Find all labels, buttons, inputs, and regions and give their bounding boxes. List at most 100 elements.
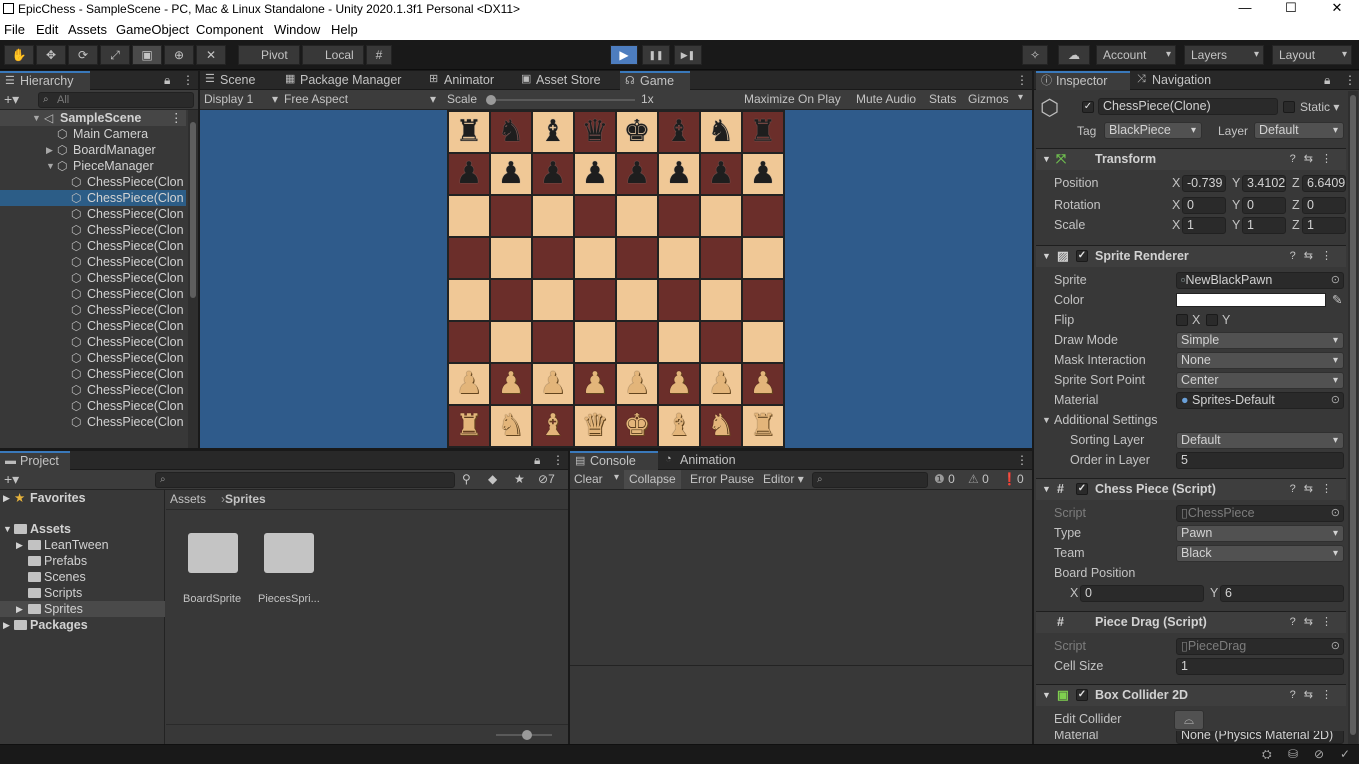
grid-snap-icon[interactable]: # <box>366 45 392 65</box>
component-help-icons[interactable]: ?⇆⋮ <box>1290 246 1340 267</box>
white-piece[interactable]: ♟ <box>700 363 742 405</box>
lock-icon[interactable]: 🔒︎ <box>164 73 170 88</box>
white-piece[interactable]: ♝ <box>658 405 700 447</box>
clear-dropdown-icon[interactable]: ▾ <box>614 472 619 483</box>
sprite-renderer-header[interactable]: ▼ ▨ ✓ Sprite Renderer ?⇆⋮ <box>1036 245 1346 267</box>
packages-row[interactable]: ▶ Packages <box>0 617 165 633</box>
board-square[interactable] <box>658 237 700 279</box>
mute-audio-toggle[interactable]: Mute Audio <box>856 92 916 106</box>
board-square[interactable] <box>658 195 700 237</box>
flip-y-checkbox[interactable] <box>1206 314 1218 326</box>
hierarchy-item[interactable]: ⬡ ChessPiece(Clon <box>0 206 186 222</box>
white-piece[interactable]: ♚ <box>616 405 658 447</box>
hierarchy-item[interactable]: ⬡ ChessPiece(Clon <box>0 350 186 366</box>
move-tool-icon[interactable]: ✥ <box>36 45 66 65</box>
hierarchy-item[interactable]: ⬡ ChessPiece(Clon <box>0 382 186 398</box>
black-piece[interactable]: ♞ <box>490 111 532 153</box>
board-square[interactable] <box>574 279 616 321</box>
type-dropdown[interactable]: Pawn <box>1176 525 1344 542</box>
gizmos-toggle[interactable]: Gizmos <box>968 92 1009 106</box>
warning-count[interactable]: ⚠ 0 <box>968 472 989 486</box>
position-x-field[interactable]: -0.739 <box>1182 175 1226 192</box>
tab-asset-store[interactable]: ▣ Asset Store <box>516 71 614 90</box>
hierarchy-item[interactable]: ⬡ ChessPiece(Clon <box>0 334 186 350</box>
menu-window[interactable]: Window <box>274 22 320 37</box>
game-viewport[interactable]: ♜ ♞ ♝ ♛ ♚ ♝ ♞ ♜ ♟ ♟ ♟ ♟ ♟ ♟ ♟ ♟ ♟ ♟ ♟ ♟ ♟ ♟ ♟ ♟ ♜ ♞ ♝ ♛ ♚ ♝ ♞ ♜ <box>200 110 1032 448</box>
maximize-button[interactable]: ☐ <box>1268 0 1314 18</box>
white-piece[interactable]: ♟ <box>532 363 574 405</box>
collider-material-field[interactable]: None (Physics Material 2D) <box>1176 731 1344 744</box>
folder-row[interactable]: Prefabs <box>0 553 165 569</box>
sprite-field[interactable]: ▫NewBlackPawn <box>1176 272 1344 289</box>
hierarchy-item[interactable]: ⬡ ChessPiece(Clon <box>0 366 186 382</box>
board-square[interactable] <box>448 279 490 321</box>
hidden-packages-icon[interactable]: ⊘7 <box>538 472 555 486</box>
rotation-z-field[interactable]: 0 <box>1302 197 1346 214</box>
create-plus-icon[interactable]: +▾ <box>4 91 19 108</box>
white-piece[interactable]: ♞ <box>490 405 532 447</box>
layout-dropdown[interactable]: Layout <box>1272 45 1352 65</box>
board-square[interactable] <box>448 237 490 279</box>
order-in-layer-field[interactable]: 5 <box>1176 452 1344 469</box>
icon-size-thumb[interactable] <box>522 730 532 740</box>
board-square[interactable] <box>532 195 574 237</box>
component-help-icons[interactable]: ?⇆⋮ <box>1290 685 1340 706</box>
board-square[interactable] <box>532 321 574 363</box>
board-square[interactable] <box>742 279 784 321</box>
white-piece[interactable]: ♜ <box>742 405 784 447</box>
hierarchy-item[interactable]: ⬡ ChessPiece(Clon <box>0 174 186 190</box>
board-square[interactable] <box>742 237 784 279</box>
tab-animation[interactable]: ◔ Animation <box>660 451 750 470</box>
flip-x-checkbox[interactable] <box>1176 314 1188 326</box>
material-field[interactable]: ● Sprites-Default <box>1176 392 1344 409</box>
sprite-renderer-enabled-checkbox[interactable]: ✓ <box>1076 250 1088 262</box>
scale-slider[interactable] <box>486 95 635 105</box>
layer-dropdown[interactable]: Default <box>1254 122 1344 139</box>
maximize-on-play-toggle[interactable]: Maximize On Play <box>744 92 841 106</box>
board-square[interactable] <box>700 195 742 237</box>
board-square[interactable] <box>448 321 490 363</box>
object-name-field[interactable]: ChessPiece(Clone) <box>1098 98 1278 115</box>
draw-mode-dropdown[interactable]: Simple <box>1176 332 1344 349</box>
hierarchy-item[interactable]: ⬡ ChessPiece(Clon <box>0 222 186 238</box>
position-y-field[interactable]: 3.4102 <box>1242 175 1286 192</box>
close-button[interactable]: ✕ <box>1314 0 1359 18</box>
menu-assets[interactable]: Assets <box>68 22 107 37</box>
black-piece[interactable]: ♜ <box>448 111 490 153</box>
tab-inspector[interactable]: ⓘ Inspector <box>1036 71 1130 90</box>
board-square[interactable] <box>448 195 490 237</box>
scale-z-field[interactable]: 1 <box>1302 217 1346 234</box>
lock-icon[interactable]: 🔒︎ <box>1324 73 1330 88</box>
more-icon[interactable]: ⋮ <box>1016 73 1028 87</box>
breadcrumb-assets[interactable]: Assets <box>170 490 206 509</box>
white-piece[interactable]: ♟ <box>448 363 490 405</box>
layers-dropdown[interactable]: Layers <box>1184 45 1264 65</box>
assets-row[interactable]: ▼ Assets <box>0 521 165 537</box>
black-piece[interactable]: ♟ <box>448 153 490 195</box>
hierarchy-item[interactable]: ▶ ⬡ BoardManager <box>0 142 186 158</box>
white-piece[interactable]: ♞ <box>700 405 742 447</box>
transform-tool-icon[interactable]: ⊕ <box>164 45 194 65</box>
active-checkbox[interactable]: ✓ <box>1082 101 1094 113</box>
filter-type-icon[interactable]: ⚲ <box>462 472 471 486</box>
display-dropdown[interactable]: Display 1 ▾ <box>204 92 278 106</box>
folder-row[interactable]: Scenes <box>0 569 165 585</box>
component-help-icons[interactable]: ?⇆⋮ <box>1290 149 1340 170</box>
position-z-field[interactable]: 6.6409 <box>1302 175 1346 192</box>
hierarchy-item[interactable]: ⬡ ChessPiece(Clon <box>0 414 186 430</box>
console-search-input[interactable]: ⌕ <box>812 472 928 488</box>
folder-row[interactable]: ▶ LeanTween <box>0 537 165 553</box>
component-help-icons[interactable]: ?⇆⋮ <box>1290 479 1340 500</box>
board-square[interactable] <box>616 321 658 363</box>
hierarchy-item[interactable]: ⬡ ChessPiece(Clon <box>0 302 186 318</box>
transform-header[interactable]: ▼ ⤧ Transform ?⇆⋮ <box>1036 148 1346 170</box>
rect-tool-icon[interactable]: ▣ <box>132 45 162 65</box>
hand-tool-icon[interactable]: ✋ <box>4 45 34 65</box>
sort-point-dropdown[interactable]: Center <box>1176 372 1344 389</box>
hierarchy-item[interactable]: ▼ ⬡ PieceManager <box>0 158 186 174</box>
error-pause-toggle[interactable]: Error Pause <box>690 472 754 486</box>
board-square[interactable] <box>700 237 742 279</box>
more-icon[interactable]: ⋮ <box>1016 453 1028 467</box>
white-piece[interactable]: ♟ <box>490 363 532 405</box>
cloud-icon[interactable]: ☁ <box>1058 45 1090 65</box>
